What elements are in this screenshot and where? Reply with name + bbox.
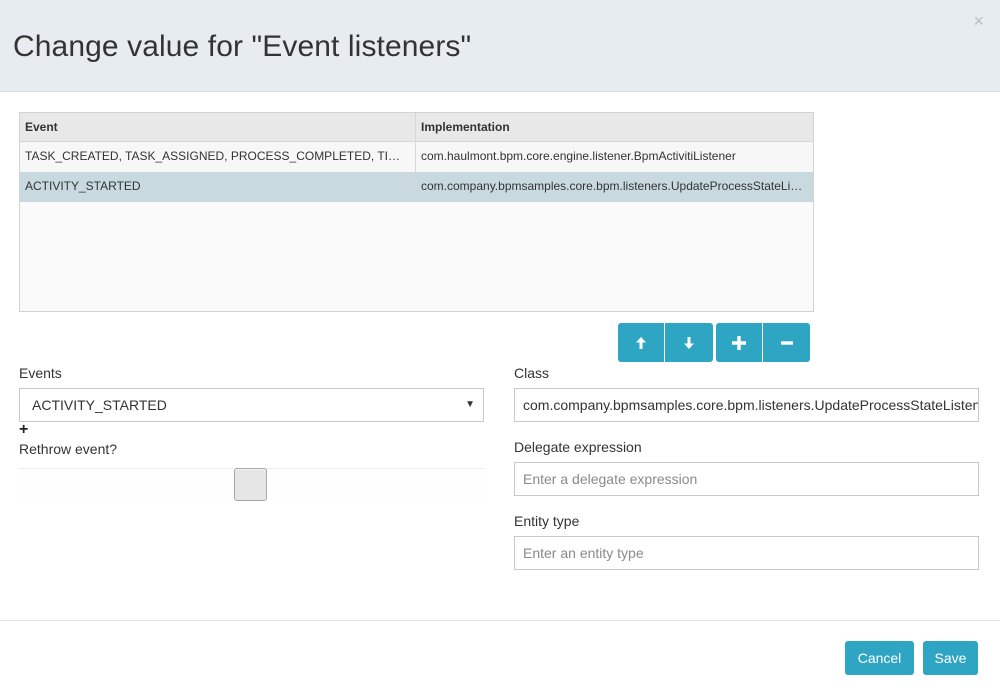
entity-type-field[interactable]: Enter an entity type xyxy=(514,536,979,570)
class-field[interactable]: com.company.bpmsamples.core.bpm.listener… xyxy=(514,388,979,422)
table-row-selected[interactable]: ACTIVITY_STARTED com.company.bpmsamples.… xyxy=(20,172,813,202)
arrow-down-icon xyxy=(684,336,694,349)
column-header-implementation[interactable]: Implementation xyxy=(416,113,813,141)
cell-event: ACTIVITY_STARTED xyxy=(20,172,416,202)
dialog-header: Change value for "Event listeners" × xyxy=(0,0,1000,92)
plus-icon xyxy=(732,335,746,350)
column-header-event[interactable]: Event xyxy=(20,113,416,141)
cell-implementation: com.haulmont.bpm.core.engine.listener.Bp… xyxy=(421,149,736,163)
footer-divider xyxy=(0,620,1000,621)
table-row[interactable]: TASK_CREATED, TASK_ASSIGNED, PROCESS_COM… xyxy=(20,142,813,172)
cell-implementation: com.company.bpmsamples.core.bpm.listener… xyxy=(421,179,813,193)
events-select-value: ACTIVITY_STARTED xyxy=(32,397,167,413)
remove-button[interactable] xyxy=(763,323,810,362)
entity-type-label: Entity type xyxy=(514,513,580,529)
rethrow-label: Rethrow event? xyxy=(19,441,118,457)
minus-icon xyxy=(780,340,793,345)
class-label: Class xyxy=(514,365,550,381)
save-button[interactable]: Save xyxy=(923,641,978,675)
dialog-title: Change value for "Event listeners" xyxy=(13,30,472,63)
cell-event: TASK_CREATED, TASK_ASSIGNED, PROCESS_COM… xyxy=(20,142,416,172)
table-header: Event Implementation xyxy=(20,113,813,142)
cancel-button[interactable]: Cancel xyxy=(845,641,914,675)
events-label: Events xyxy=(19,365,62,381)
dropdown-arrow-icon: ▼ xyxy=(465,399,475,410)
delegate-expression-field[interactable]: Enter a delegate expression xyxy=(514,462,979,496)
add-button[interactable] xyxy=(716,323,763,362)
move-up-button[interactable] xyxy=(618,323,665,362)
close-icon[interactable]: × xyxy=(973,12,984,30)
listeners-table: Event Implementation TASK_CREATED, TASK_… xyxy=(19,112,814,312)
events-select[interactable]: ACTIVITY_STARTED ▼ xyxy=(19,388,484,422)
move-down-button[interactable] xyxy=(665,323,713,362)
rethrow-toggle-handle[interactable] xyxy=(234,468,267,501)
add-event-icon[interactable]: + xyxy=(19,422,28,438)
delegate-expression-label: Delegate expression xyxy=(514,439,642,455)
grid-toolbar xyxy=(618,323,810,362)
arrow-up-icon xyxy=(636,336,646,349)
